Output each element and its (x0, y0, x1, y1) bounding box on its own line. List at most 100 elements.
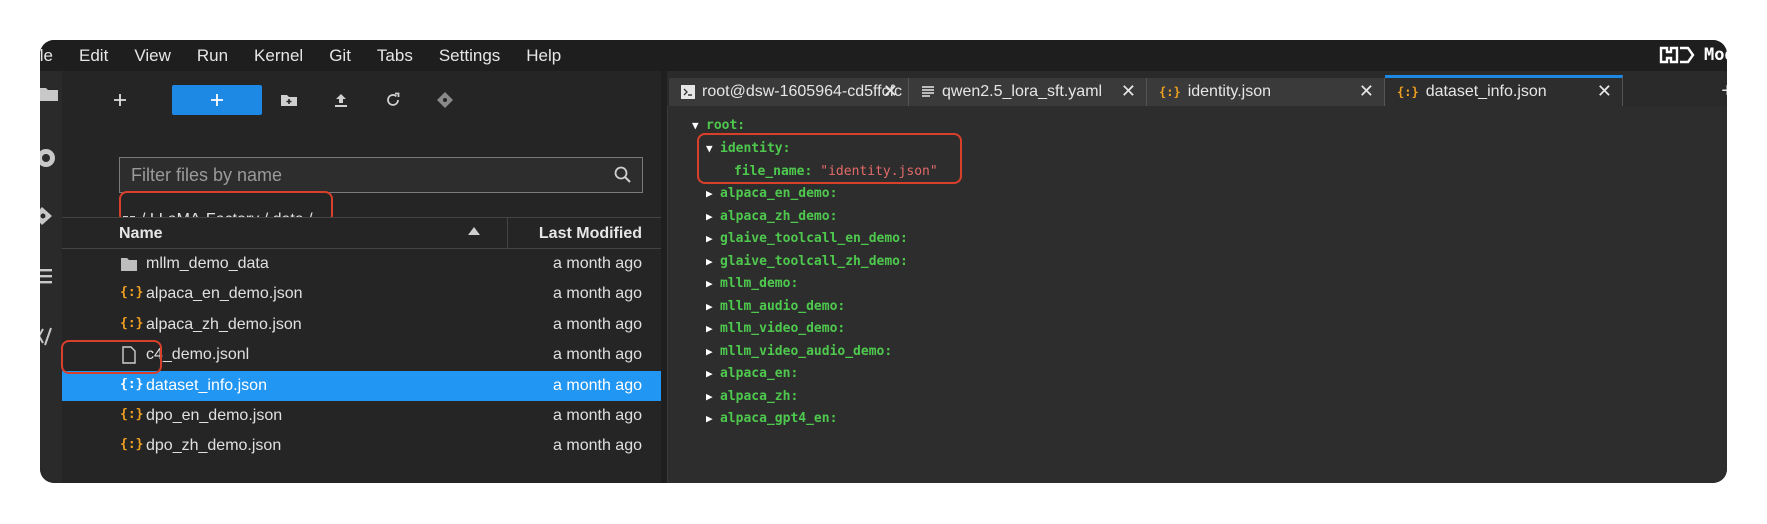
json-icon: {:} (120, 285, 144, 301)
json-key: mllm_video_audio_demo: (720, 343, 893, 359)
collapsed-arrow-icon[interactable]: ▶ (706, 210, 720, 223)
json-node[interactable]: ▶ mllm_video_audio_demo: (706, 341, 892, 361)
json-node[interactable]: ▶ glaive_toolcall_zh_demo: (706, 251, 908, 271)
json-key: glaive_toolcall_zh_demo: (720, 253, 908, 269)
sort-ascending-icon[interactable] (468, 227, 480, 235)
json-node-root[interactable]: ▼ root: (692, 115, 745, 135)
plus-icon (211, 94, 223, 106)
json-icon: {:} (120, 315, 144, 331)
menu-git[interactable]: Git (316, 40, 364, 71)
file-row-dataset-info[interactable]: {:} dataset_info.json a month ago (62, 370, 661, 401)
file-modified: a month ago (553, 406, 642, 424)
menu-view[interactable]: View (121, 40, 184, 71)
file-browser-toolbar (62, 71, 661, 125)
file-name: alpaca_en_demo.json (146, 285, 303, 303)
list-icon[interactable] (40, 263, 62, 289)
tab-yaml[interactable]: qwen2.5_lora_sft.yaml ✕ (909, 78, 1147, 106)
json-node[interactable]: ▶ mllm_video_demo: (706, 318, 845, 338)
file-modified: a month ago (553, 346, 642, 364)
file-name: dpo_zh_demo.json (146, 437, 282, 455)
menu-edit[interactable]: Edit (66, 40, 121, 71)
file-name: dpo_en_demo.json (146, 406, 283, 424)
json-node[interactable]: ▶ glaive_toolcall_en_demo: (706, 228, 908, 248)
json-node[interactable]: ▶ mllm_demo: (706, 273, 798, 293)
menu-settings[interactable]: Settings (426, 40, 513, 71)
file-modified: a month ago (553, 315, 642, 333)
column-name-header[interactable]: Name (119, 225, 163, 243)
tab-label: identity.json (1187, 83, 1271, 100)
file-name: alpaca_zh_demo.json (146, 315, 302, 333)
collapsed-arrow-icon[interactable]: ▶ (706, 255, 720, 268)
menu-kernel[interactable]: Kernel (241, 40, 316, 71)
close-icon[interactable]: ✕ (1597, 81, 1612, 102)
json-key: alpaca_zh: (720, 388, 799, 404)
json-node[interactable]: ▶ mllm_audio_demo: (706, 296, 845, 316)
menu-run[interactable]: Run (184, 40, 241, 71)
json-node[interactable]: ▶ alpaca_en_demo: (706, 183, 837, 203)
close-icon[interactable]: ✕ (1359, 81, 1374, 102)
new-folder-button[interactable] (278, 85, 300, 115)
json-key: alpaca_en: (720, 365, 799, 381)
file-modified: a month ago (553, 255, 642, 272)
tab-dataset-info-json[interactable]: {:} dataset_info.json ✕ (1385, 75, 1623, 106)
menu-file[interactable]: ile (40, 40, 66, 71)
running-icon[interactable] (40, 145, 62, 171)
collapsed-arrow-icon[interactable]: ▶ (706, 232, 720, 245)
json-node[interactable]: ▶ alpaca_en: (706, 363, 798, 383)
plus-icon (114, 94, 126, 106)
json-node[interactable]: ▶ alpaca_zh: (706, 386, 798, 406)
jupyterlab-window: ile Edit View Run Kernel Git Tabs Settin… (40, 40, 1727, 483)
collapsed-arrow-icon[interactable]: ▶ (706, 322, 720, 335)
json-node[interactable]: ▶ alpaca_zh_demo: (706, 206, 837, 226)
collapsed-arrow-icon[interactable]: ▶ (706, 300, 720, 313)
new-launcher-button[interactable] (172, 85, 262, 115)
file-row-alpaca-en-demo[interactable]: {:} alpaca_en_demo.json a month ago (62, 279, 661, 309)
menu-tabs[interactable]: Tabs (364, 40, 426, 71)
add-tab-icon[interactable]: + (1721, 80, 1727, 103)
search-icon (614, 166, 631, 183)
activity-rail (40, 71, 62, 483)
tab-terminal[interactable]: root@dsw-1605964-cd5ffcfc ✕ (669, 78, 909, 106)
collapsed-arrow-icon[interactable]: ▶ (706, 187, 720, 200)
menu-bar: ile Edit View Run Kernel Git Tabs Settin… (40, 40, 1727, 71)
git-clone-button[interactable] (434, 85, 456, 115)
tab-identity-json[interactable]: {:} identity.json ✕ (1147, 78, 1385, 106)
file-row-dpo-en-demo[interactable]: {:} dpo_en_demo.json a month ago (62, 401, 661, 431)
file-filter-input[interactable]: Filter files by name (119, 157, 643, 193)
expand-arrow-icon[interactable]: ▼ (692, 119, 706, 132)
refresh-button[interactable] (382, 85, 404, 115)
new-folder-icon (281, 95, 297, 106)
close-icon[interactable]: ✕ (883, 81, 898, 102)
json-key: alpaca_zh_demo: (720, 208, 838, 224)
folder-icon[interactable] (40, 83, 62, 109)
json-key: mllm_video_demo: (720, 320, 846, 336)
file-modified: a month ago (553, 285, 642, 303)
file-list-header: Name Last Modified (62, 217, 661, 249)
collapsed-arrow-icon[interactable]: ▶ (706, 277, 720, 290)
code-icon[interactable] (40, 323, 62, 349)
refresh-icon (387, 92, 400, 106)
json-node[interactable]: ▶ alpaca_gpt4_en: (706, 408, 837, 428)
collapsed-arrow-icon[interactable]: ▶ (706, 412, 720, 425)
collapsed-arrow-icon[interactable]: ▶ (706, 367, 720, 380)
file-row-dpo-zh-demo[interactable]: {:} dpo_zh_demo.json a month ago (62, 431, 661, 461)
identity-highlight (697, 133, 962, 184)
menu-help[interactable]: Help (513, 40, 574, 71)
collapsed-arrow-icon[interactable]: ▶ (706, 345, 720, 358)
file-row-alpaca-zh-demo[interactable]: {:} alpaca_zh_demo.json a month ago (62, 310, 661, 340)
json-key: alpaca_en_demo: (720, 185, 838, 201)
json-icon: {:} (120, 406, 144, 422)
file-row-mllm-demo-data[interactable]: mllm_demo_data a month ago (62, 249, 661, 279)
column-modified-header[interactable]: Last Modified (539, 225, 642, 243)
close-icon[interactable]: ✕ (1121, 81, 1136, 102)
git-clone-icon (437, 92, 453, 108)
json-icon: {:} (1159, 85, 1181, 99)
json-icon: {:} (1397, 85, 1419, 99)
json-icon: {:} (120, 376, 144, 392)
new-file-button[interactable] (110, 85, 130, 115)
git-icon[interactable] (40, 203, 62, 229)
json-key: alpaca_gpt4_en: (720, 410, 838, 426)
column-divider[interactable] (507, 218, 508, 248)
collapsed-arrow-icon[interactable]: ▶ (706, 390, 720, 403)
upload-button[interactable] (330, 85, 352, 115)
